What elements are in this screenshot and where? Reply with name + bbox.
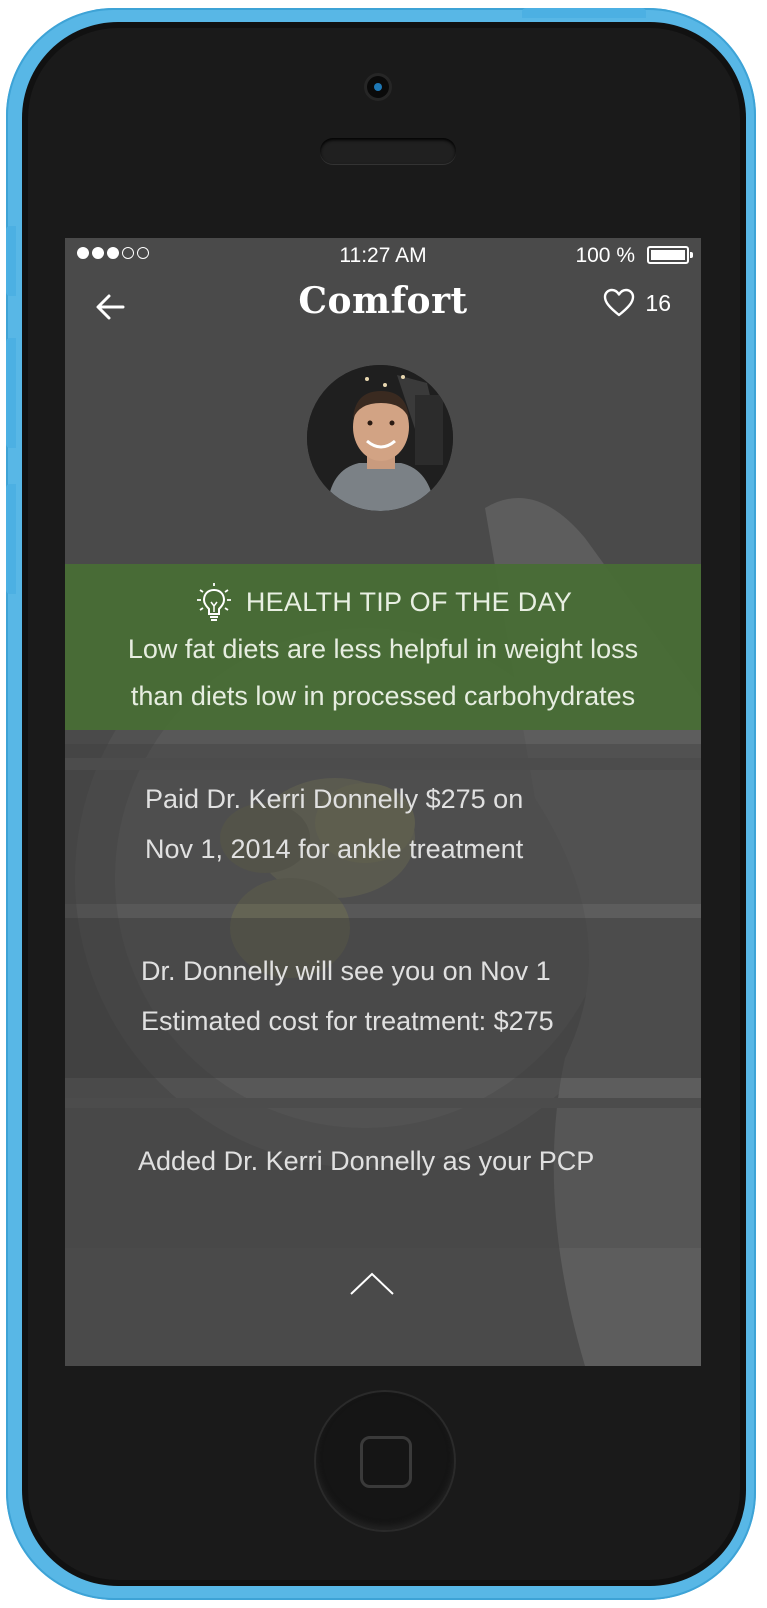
health-tip-title: HEALTH TIP OF THE DAY	[245, 586, 573, 617]
battery-percent: 100 %	[575, 244, 635, 267]
health-tip-header: HEALTH TIP OF THE DAY	[65, 582, 701, 622]
like-button[interactable]: 16	[603, 288, 671, 318]
feed-item-line: Added Dr. Kerri Donnelly as your PCP	[138, 1146, 595, 1176]
health-tip-line-1: Low fat diets are less helpful in weight…	[127, 634, 639, 664]
scroll-up-button[interactable]	[349, 1270, 395, 1298]
front-camera	[367, 76, 389, 98]
feed-item-pcp[interactable]: Added Dr. Kerri Donnelly as your PCP	[65, 1098, 701, 1248]
health-tip-line-2: than diets low in processed carbohydrate…	[130, 681, 636, 711]
home-button[interactable]	[316, 1392, 454, 1530]
mute-switch	[6, 226, 16, 296]
health-tip-banner[interactable]: HEALTH TIP OF THE DAY Low fat diets are …	[65, 564, 701, 730]
power-button	[522, 8, 646, 18]
volume-down-button	[6, 484, 16, 594]
user-avatar-photo	[307, 365, 453, 511]
app-screen: 11:27 AM 100 % Comfort 16 HEALTH TIP OF …	[65, 238, 701, 1366]
feed-item-text: Added Dr. Kerri Donnelly as your PCP	[138, 1136, 594, 1186]
feed-item-appointment[interactable]: Dr. Donnelly will see you on Nov 1 Estim…	[65, 918, 701, 1078]
feed-item-payment[interactable]: Paid Dr. Kerri Donnelly $275 on Nov 1, 2…	[65, 744, 701, 904]
avatar[interactable]	[307, 365, 453, 511]
health-tip-body: Low fat diets are less helpful in weight…	[65, 626, 701, 720]
like-count: 16	[645, 289, 671, 316]
feed-item-text: Dr. Donnelly will see you on Nov 1 Estim…	[141, 946, 554, 1046]
nav-bar: Comfort 16	[65, 278, 701, 338]
lightbulb-icon	[196, 583, 231, 621]
volume-up-button	[6, 338, 16, 448]
feed-item-line: Paid Dr. Kerri Donnelly $275 on	[145, 784, 524, 814]
status-bar: 11:27 AM 100 %	[65, 238, 701, 278]
feed-item-line: Nov 1, 2014 for ankle treatment	[145, 834, 524, 864]
home-square-icon	[360, 1436, 412, 1488]
chevron-up-icon	[350, 1272, 394, 1295]
heart-outline-icon	[604, 288, 635, 317]
feed-item-line: Dr. Donnelly will see you on Nov 1	[141, 956, 551, 986]
feed-item-text: Paid Dr. Kerri Donnelly $275 on Nov 1, 2…	[145, 774, 523, 874]
battery-icon	[647, 246, 693, 264]
feed-item-line: Estimated cost for treatment: $275	[141, 1006, 554, 1036]
earpiece-speaker	[320, 138, 456, 164]
